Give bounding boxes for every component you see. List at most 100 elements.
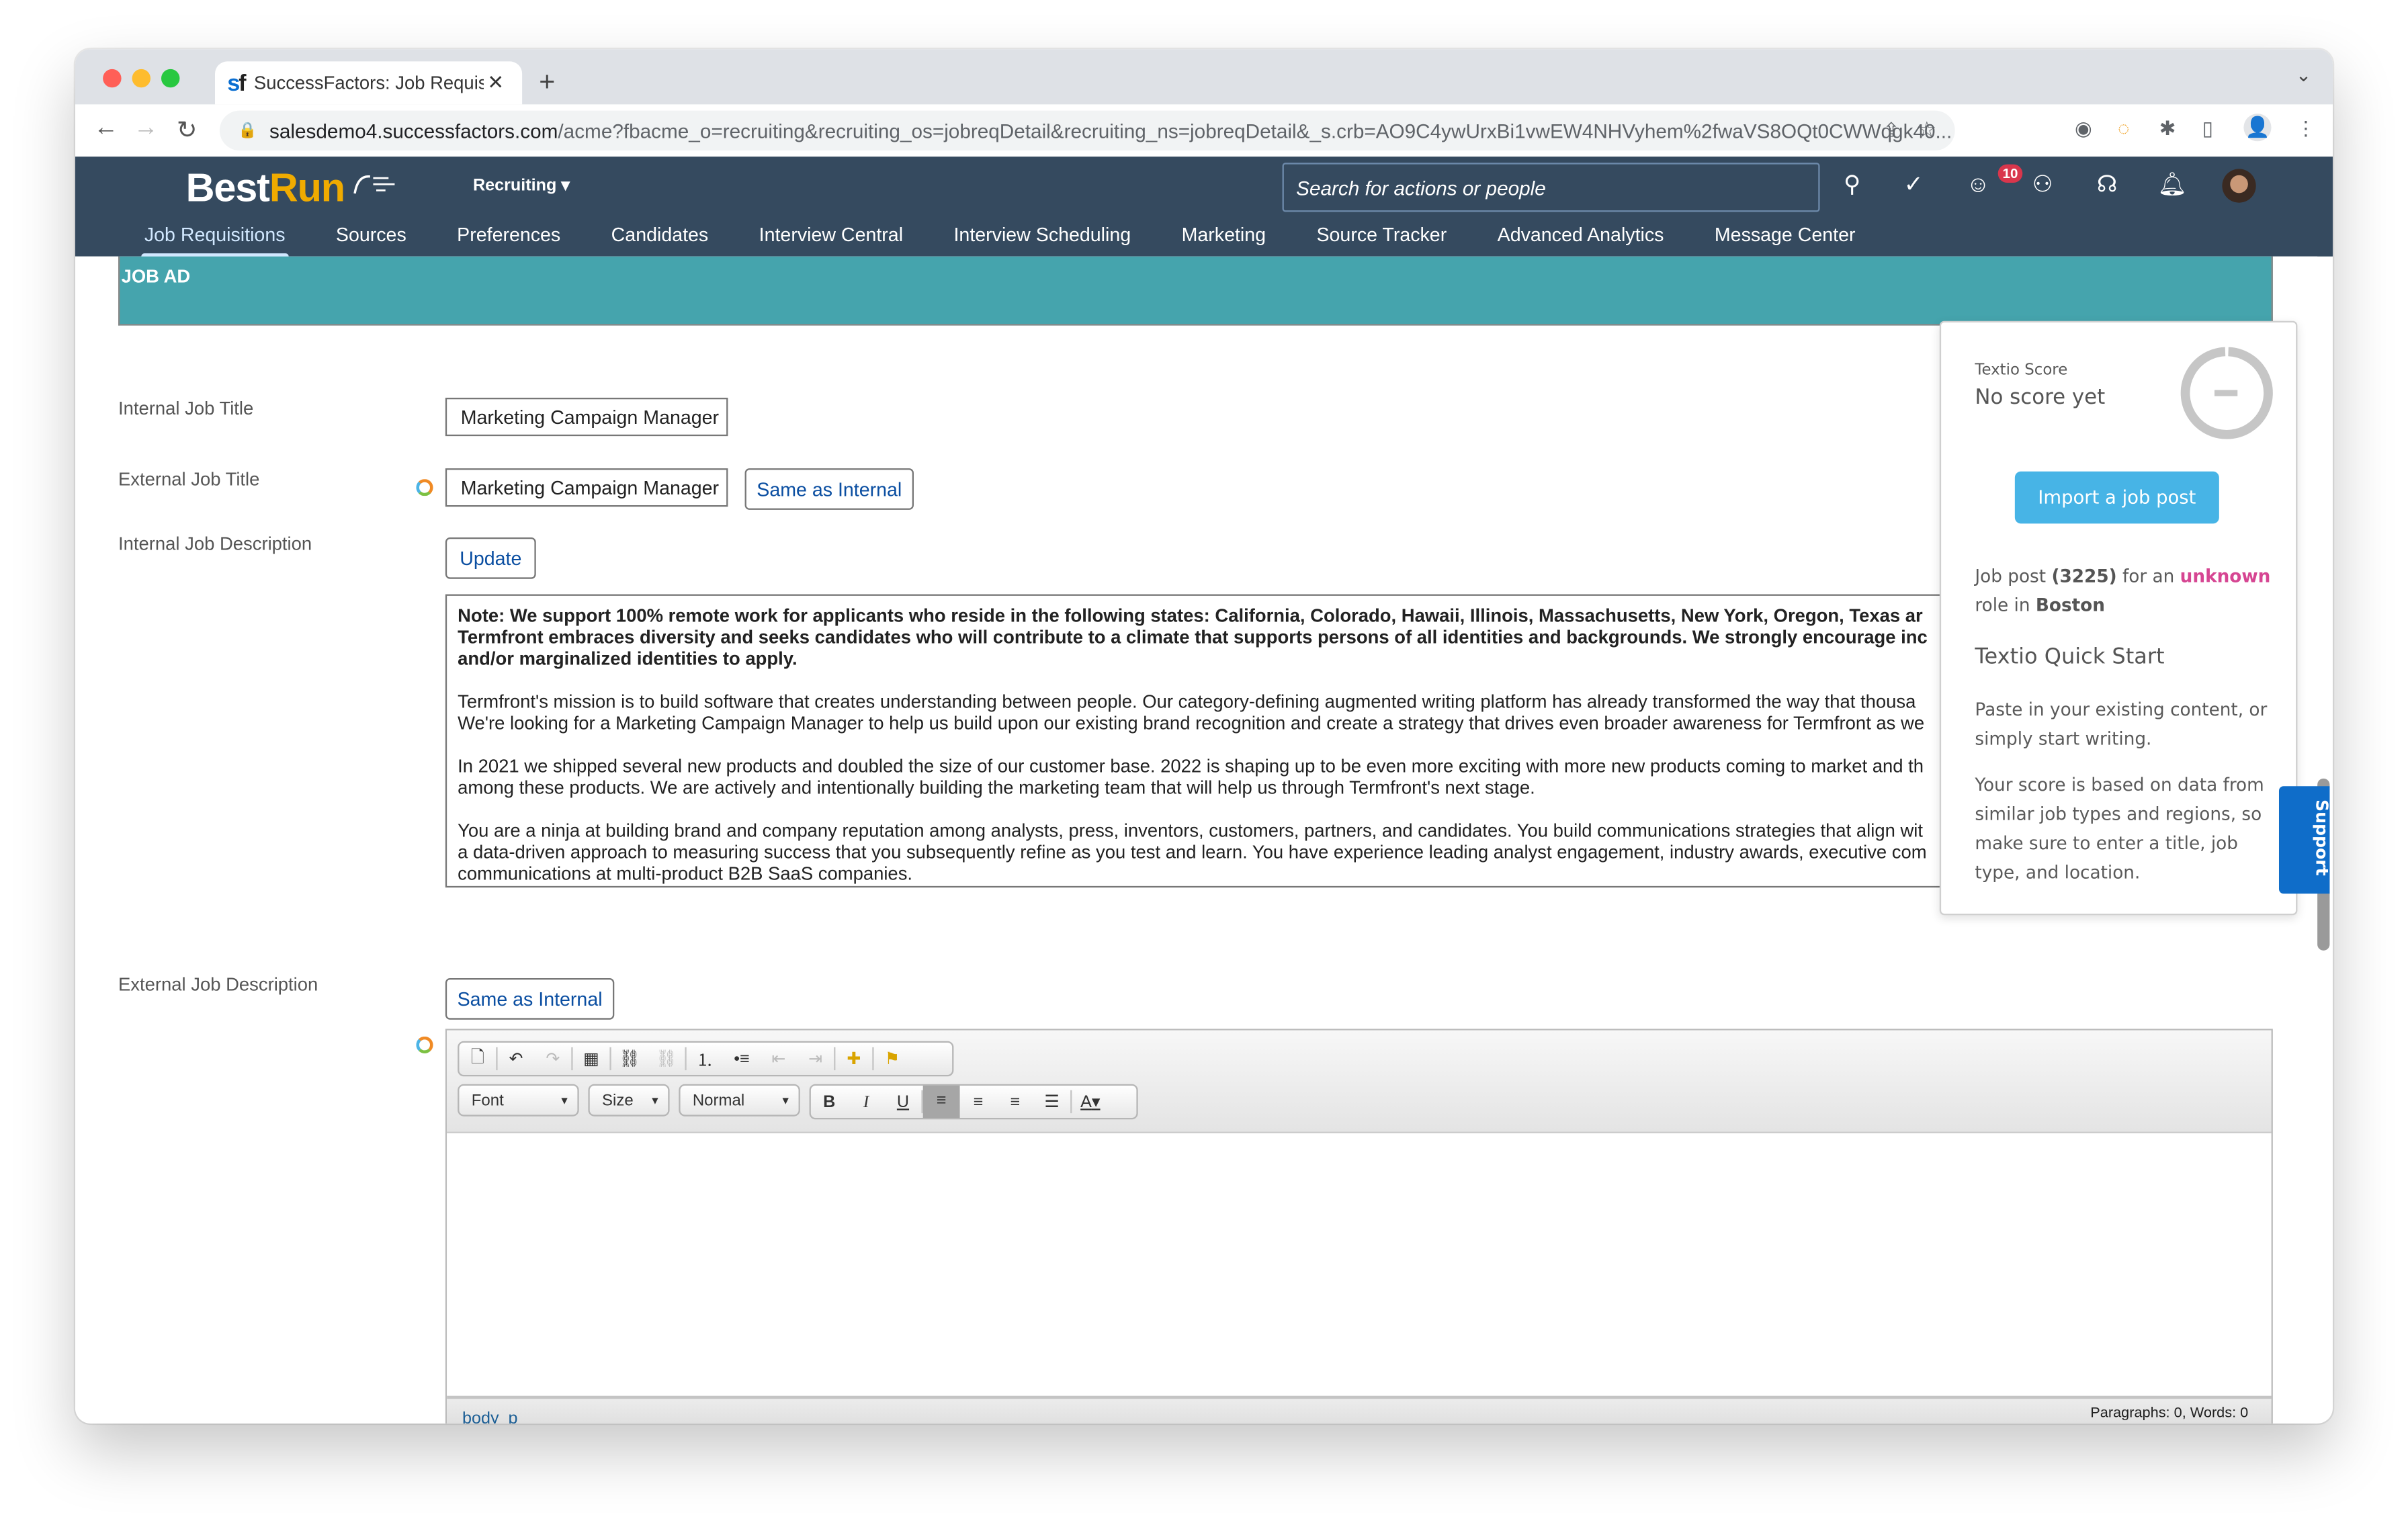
- editor-content-area[interactable]: [447, 1133, 2272, 1401]
- back-icon[interactable]: ←: [93, 115, 118, 142]
- internal-job-description-label: Internal Job Description: [118, 533, 312, 555]
- score-gauge-icon: [2180, 347, 2273, 439]
- browser-tab[interactable]: sf SuccessFactors: Job Requisitio ✕: [214, 61, 523, 105]
- new-document-icon[interactable]: 🗋: [459, 1044, 496, 1073]
- bulleted-list-icon[interactable]: •≡: [724, 1049, 761, 1068]
- undo-icon[interactable]: ↶: [498, 1049, 535, 1068]
- spellcheck-add-icon[interactable]: ✚: [835, 1049, 872, 1068]
- text-color-button[interactable]: A▾: [1072, 1092, 1109, 1111]
- share-icon[interactable]: ⇪: [1883, 118, 1899, 143]
- align-center-icon[interactable]: ≡: [960, 1092, 997, 1110]
- internal-job-title-input[interactable]: Marketing Campaign Manager: [445, 397, 728, 437]
- browser-menu-icon[interactable]: ⋮: [2296, 117, 2316, 142]
- nav-tab-advanced-analytics[interactable]: Advanced Analytics: [1498, 224, 1664, 246]
- underline-button[interactable]: U: [885, 1092, 922, 1110]
- outdent-icon[interactable]: ⇤: [760, 1049, 797, 1068]
- format-select[interactable]: Normal ▼: [679, 1084, 800, 1117]
- forward-icon[interactable]: →: [134, 115, 159, 142]
- nav-tab-source-tracker[interactable]: Source Tracker: [1316, 224, 1447, 246]
- module-label: Recruiting: [472, 176, 557, 195]
- tab-title: SuccessFactors: Job Requisitio: [253, 72, 484, 94]
- textio-score-value: No score yet: [1975, 385, 2106, 410]
- notifications-bell-icon[interactable]: 🔔︎: [2157, 172, 2187, 200]
- nav-tab-interview-scheduling[interactable]: Interview Scheduling: [953, 224, 1131, 246]
- description-line: communications at multi-product B2B SaaS…: [458, 863, 913, 885]
- nav-tab-job-requisitions[interactable]: Job Requisitions: [141, 224, 288, 258]
- nav-tab-message-center[interactable]: Message Center: [1715, 224, 1856, 246]
- bookmark-star-icon[interactable]: ☆: [1918, 117, 1937, 143]
- page-content: JOB AD Internal Job Title Marketing Camp…: [75, 256, 2332, 1424]
- font-size-select[interactable]: Size ▼: [588, 1084, 670, 1117]
- table-icon[interactable]: ▦: [573, 1049, 610, 1068]
- same-as-internal-description-button[interactable]: Same as Internal: [445, 977, 615, 1020]
- address-bar[interactable]: 🔒 salesdemo4.successfactors.com/acme?fba…: [219, 110, 1955, 150]
- reload-icon[interactable]: ↻: [177, 115, 198, 146]
- role-link[interactable]: unknown: [2180, 565, 2271, 586]
- close-window-button[interactable]: [103, 69, 122, 88]
- align-right-icon[interactable]: ≡: [996, 1092, 1033, 1110]
- format-combo-label: Normal: [692, 1092, 745, 1110]
- textio-extension-icon[interactable]: ◌: [2118, 117, 2130, 140]
- nav-tab-sources[interactable]: Sources: [336, 224, 406, 246]
- todo-check-icon[interactable]: ✓: [1899, 172, 1927, 200]
- url-text: salesdemo4.successfactors.com/acme?fbacm…: [269, 119, 1952, 142]
- unlink-icon[interactable]: ⛓: [648, 1049, 685, 1068]
- textio-status-icon[interactable]: [416, 479, 433, 496]
- same-as-internal-title-button[interactable]: Same as Internal: [744, 468, 914, 510]
- tab-search-chevron-icon[interactable]: ⌄: [2296, 64, 2311, 86]
- profile-icon[interactable]: 👤: [2243, 114, 2272, 142]
- nav-tab-candidates[interactable]: Candidates: [611, 224, 709, 246]
- browser-toolbar: ← → ↻ 🔒 salesdemo4.successfactors.com/ac…: [75, 104, 2333, 159]
- bestrun-logo[interactable]: BestRun: [186, 165, 395, 212]
- nav-tab-marketing[interactable]: Marketing: [1182, 224, 1266, 246]
- description-line: You are a ninja at building brand and co…: [458, 820, 1923, 842]
- external-job-title-label: External Job Title: [118, 468, 260, 490]
- close-tab-icon[interactable]: ✕: [487, 71, 504, 95]
- align-justify-icon[interactable]: ☰: [1033, 1092, 1070, 1111]
- url-path: /acme?fbacme_o=recruiting&recruiting_os=…: [558, 119, 1952, 142]
- description-line: a data-driven approach to measuring succ…: [458, 841, 1927, 863]
- maximize-window-button[interactable]: [161, 69, 180, 88]
- link-icon[interactable]: ⛓: [611, 1049, 648, 1068]
- user-avatar[interactable]: [2222, 169, 2256, 203]
- external-job-title-input[interactable]: Marketing Campaign Manager: [445, 468, 728, 507]
- path-body-link[interactable]: body: [462, 1409, 499, 1424]
- update-button[interactable]: Update: [445, 537, 536, 579]
- new-tab-icon[interactable]: +: [539, 66, 555, 98]
- successfactors-favicon-icon: sf: [227, 69, 246, 96]
- description-paragraph: Note: We support 100% remote work for ap…: [458, 605, 1969, 670]
- chevron-down-icon: ▼: [559, 1096, 570, 1107]
- module-switcher[interactable]: Recruiting ▾: [473, 175, 570, 195]
- description-line: In 2021 we shipped several new products …: [458, 755, 1924, 777]
- browser-window: sf SuccessFactors: Job Requisitio ✕ + ⌄ …: [75, 49, 2333, 1424]
- search-icon[interactable]: ⚲: [1838, 172, 1866, 200]
- minimize-window-button[interactable]: [132, 69, 150, 88]
- textio-status-icon[interactable]: [416, 1036, 433, 1053]
- global-search-input[interactable]: Search for actions or people: [1282, 163, 1820, 212]
- camera-extension-icon[interactable]: ◉: [2075, 117, 2092, 142]
- support-tab-button[interactable]: Support: [2278, 786, 2332, 894]
- side-panel-icon[interactable]: ▯: [2202, 117, 2213, 142]
- bold-button[interactable]: B: [811, 1092, 848, 1110]
- nav-tab-preferences[interactable]: Preferences: [457, 224, 560, 246]
- support-headset-icon[interactable]: ☊: [2093, 172, 2120, 200]
- redo-icon[interactable]: ↷: [534, 1049, 571, 1068]
- nav-tab-interview-central[interactable]: Interview Central: [759, 224, 903, 246]
- import-job-post-button[interactable]: Import a job post: [2014, 471, 2219, 524]
- feedback-chat-icon[interactable]: ☺: [1964, 172, 1991, 200]
- path-p-link[interactable]: p: [509, 1409, 518, 1424]
- font-family-select[interactable]: Font ▼: [458, 1084, 579, 1117]
- description-line: among these products. We are actively an…: [458, 777, 1535, 799]
- job-ad-section-header: JOB AD: [118, 256, 2273, 326]
- internal-job-description-text[interactable]: Note: We support 100% remote work for ap…: [445, 594, 1981, 888]
- people-directory-icon[interactable]: ⚇: [2028, 172, 2056, 200]
- extensions-puzzle-icon[interactable]: ✱: [2159, 117, 2176, 142]
- clean-format-icon[interactable]: ⚑: [874, 1049, 911, 1068]
- align-left-icon[interactable]: ≡: [922, 1085, 960, 1118]
- quick-start-text-2: Your score is based on data from similar…: [1975, 773, 2264, 883]
- description-paragraph: In 2021 we shipped several new products …: [458, 756, 1969, 799]
- indent-icon[interactable]: ⇥: [797, 1049, 834, 1068]
- italic-button[interactable]: I: [848, 1092, 885, 1110]
- info-location: Boston: [2035, 594, 2105, 616]
- numbered-list-icon[interactable]: ⒈: [687, 1047, 724, 1072]
